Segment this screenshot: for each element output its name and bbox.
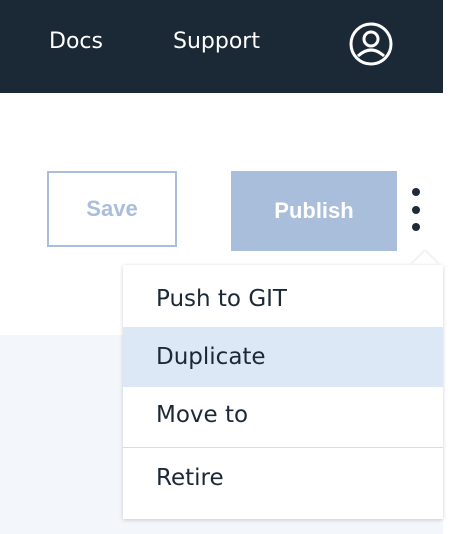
top-navigation-bar: Docs Support	[0, 0, 443, 93]
menu-item-push-to-git[interactable]: Push to GIT	[123, 269, 443, 329]
menu-item-duplicate[interactable]: Duplicate	[123, 327, 443, 387]
kebab-dot	[412, 223, 420, 231]
save-button[interactable]: Save	[47, 171, 177, 247]
menu-caret	[411, 251, 439, 265]
right-edge-strip	[443, 0, 450, 534]
kebab-dot	[412, 188, 420, 196]
publish-button[interactable]: Publish	[231, 171, 397, 251]
menu-item-retire[interactable]: Retire	[123, 447, 443, 507]
page: Docs Support Save Publish Push to GIT Du…	[0, 0, 450, 534]
kebab-dot	[412, 206, 420, 214]
nav-link-support[interactable]: Support	[173, 28, 260, 56]
menu-item-move-to[interactable]: Move to	[123, 385, 443, 445]
kebab-menu-icon[interactable]	[402, 180, 432, 240]
overflow-menu: Push to GIT Duplicate Move to Retire	[123, 265, 443, 519]
nav-link-docs[interactable]: Docs	[49, 28, 103, 56]
user-avatar-icon[interactable]	[347, 20, 395, 68]
